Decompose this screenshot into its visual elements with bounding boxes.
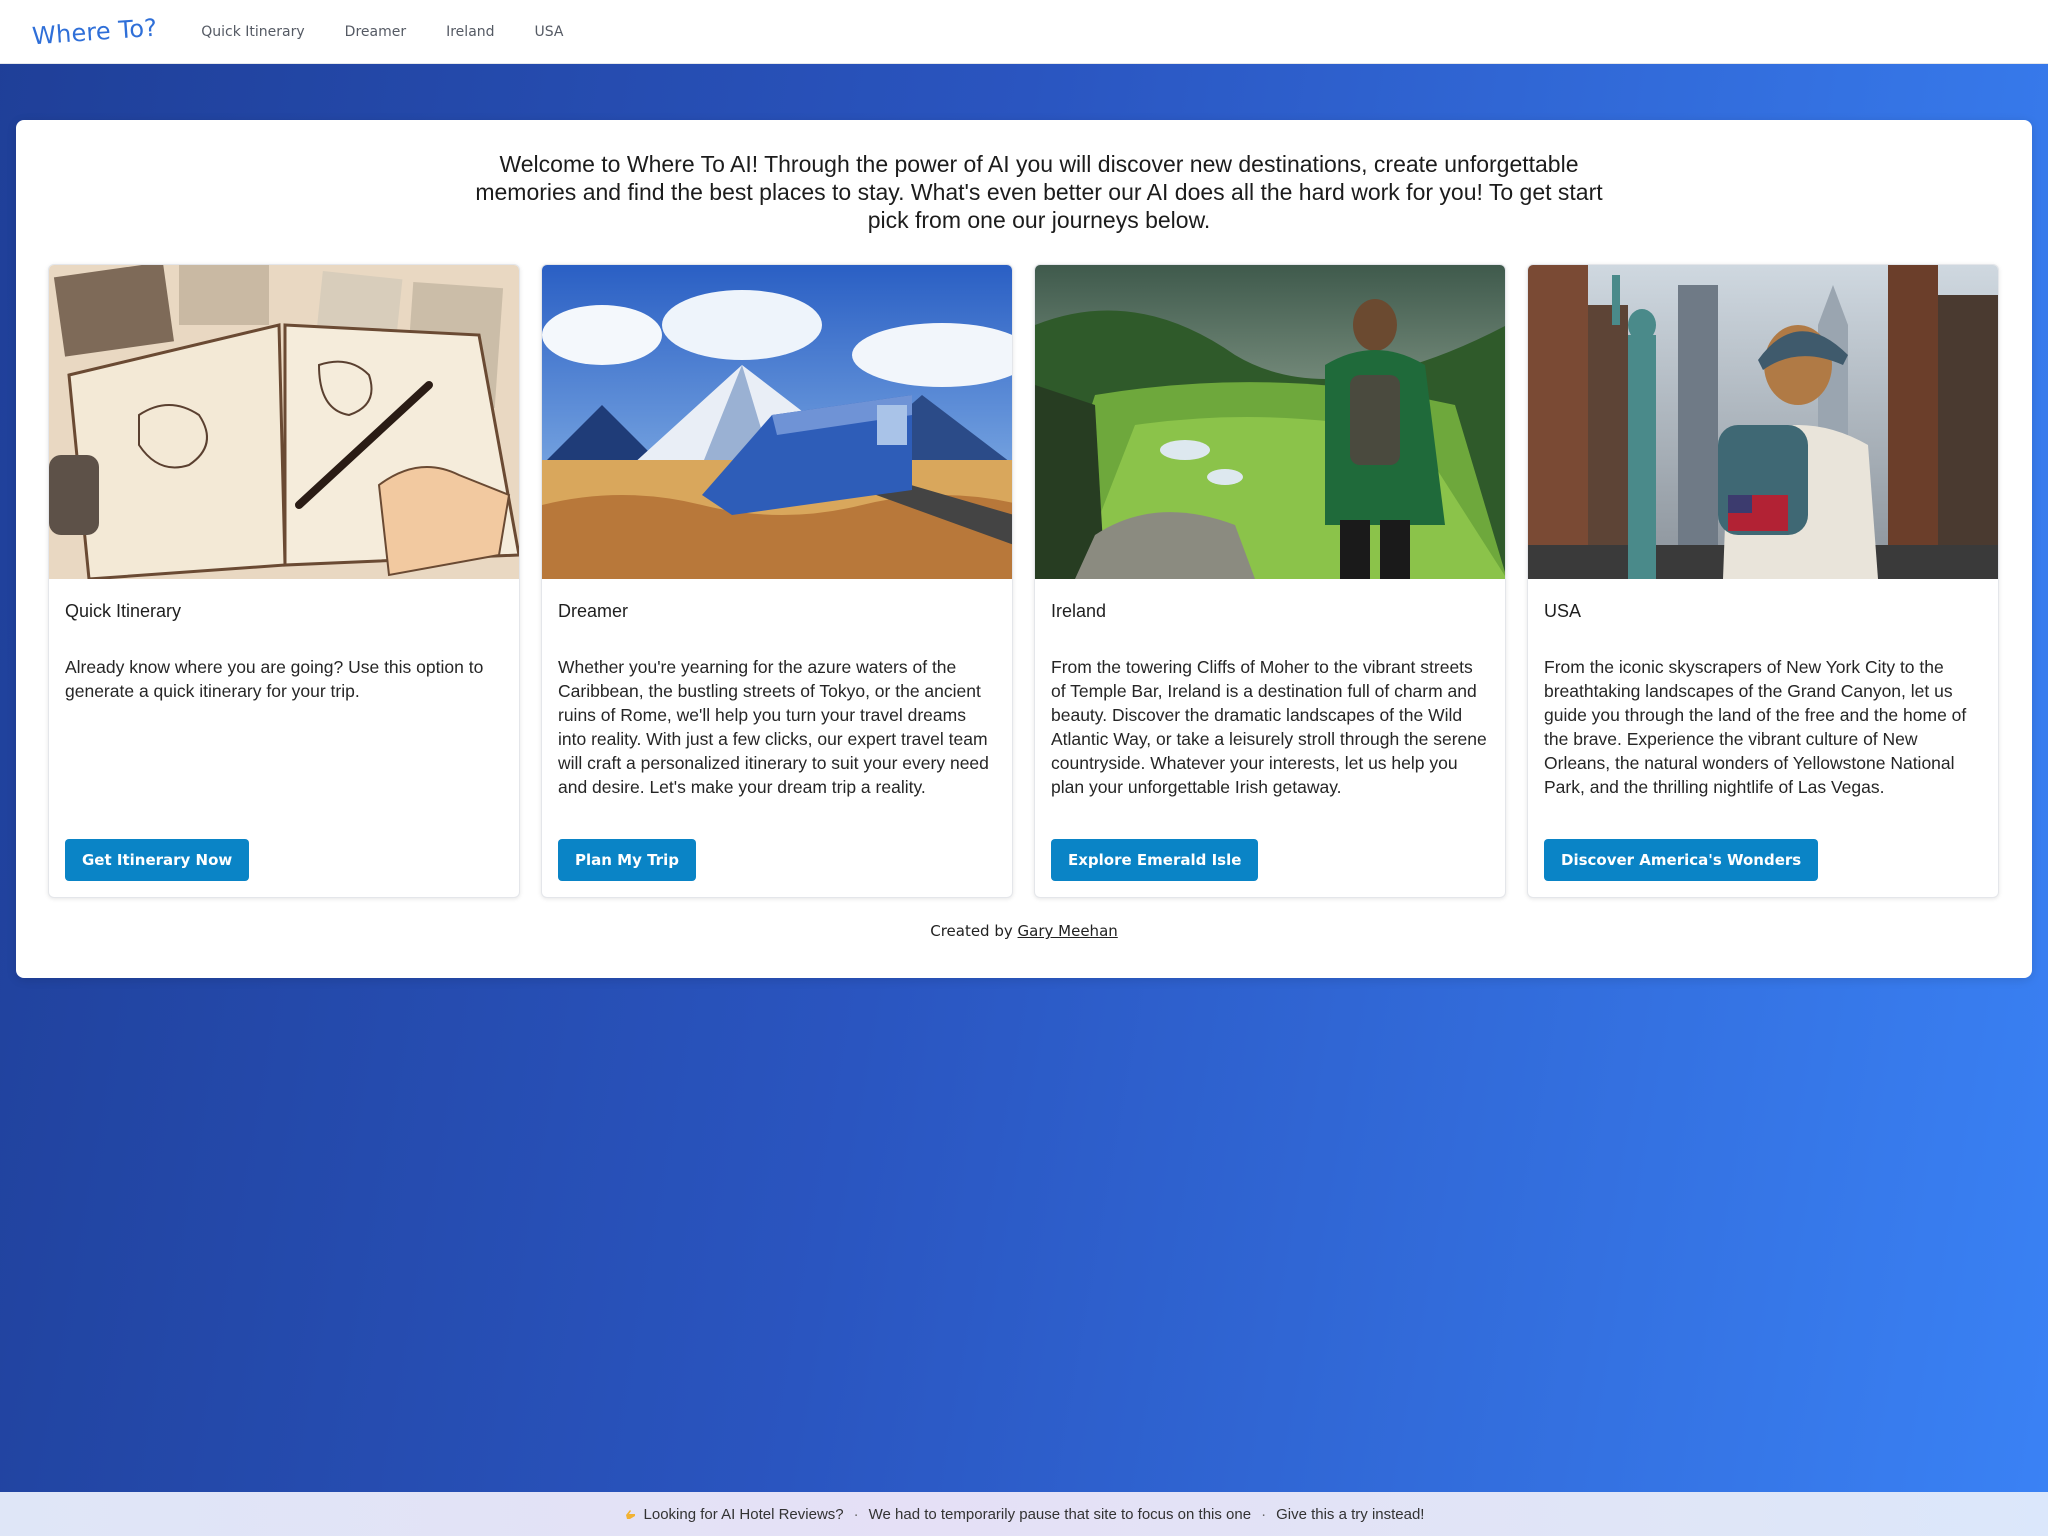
top-navbar: Where To? Quick Itinerary Dreamer Irelan… [0, 0, 2048, 64]
card-description: Already know where you are going? Use th… [65, 657, 484, 701]
pointing-hand-icon [624, 1507, 638, 1521]
card-title: Dreamer [558, 601, 629, 621]
discover-americas-wonders-button[interactable]: Discover America's Wonders [1544, 839, 1819, 881]
main-panel: Welcome to Where To AI! Through the powe… [16, 120, 2032, 978]
credit-prefix: Created by [930, 922, 1013, 940]
plan-my-trip-button[interactable]: Plan My Trip [558, 839, 696, 881]
nav-link-quick-itinerary[interactable]: Quick Itinerary [201, 24, 304, 40]
brand-logo-link[interactable]: Where To? [31, 13, 158, 50]
card-usa: USA From the iconic skyscrapers of New Y… [1527, 264, 1999, 898]
card-title: USA [1544, 601, 1582, 621]
banner-text-paused: We had to temporarily pause that site to… [868, 1505, 1252, 1523]
nav-link-dreamer[interactable]: Dreamer [345, 24, 406, 40]
banner-text-hotel-reviews: Looking for AI Hotel Reviews? [643, 1505, 844, 1523]
card-description: From the iconic skyscrapers of New York … [1544, 657, 1967, 797]
credit-line: Created by Gary Meehan [16, 922, 2032, 940]
nav-link-ireland[interactable]: Ireland [446, 24, 494, 40]
banner-separator: · [853, 1505, 859, 1523]
new-york-traveler-image [1528, 265, 1998, 579]
card-title: Quick Itinerary [65, 601, 182, 621]
bottom-banner: Looking for AI Hotel Reviews? · We had t… [0, 1492, 2048, 1536]
explore-emerald-isle-button[interactable]: Explore Emerald Isle [1051, 839, 1259, 881]
banner-separator: · [1261, 1505, 1267, 1523]
card-quick-itinerary: Quick Itinerary Already know where you a… [48, 264, 520, 898]
card-description: Whether you're yearning for the azure wa… [558, 657, 989, 797]
intro-text: Welcome to Where To AI! Through the powe… [475, 151, 1603, 233]
banner-text-try-instead[interactable]: Give this a try instead! [1276, 1506, 1424, 1523]
card-ireland: Ireland From the towering Cliffs of Mohe… [1034, 264, 1506, 898]
card-title: Ireland [1051, 601, 1107, 621]
author-link[interactable]: Gary Meehan [1018, 922, 1118, 940]
card-description: From the towering Cliffs of Moher to the… [1051, 657, 1487, 797]
card-dreamer: Dreamer Whether you're yearning for the … [541, 264, 1013, 898]
train-mountain-image [542, 265, 1012, 579]
get-itinerary-now-button[interactable]: Get Itinerary Now [65, 839, 250, 881]
ireland-hiker-image [1035, 265, 1505, 579]
nav-link-usa[interactable]: USA [535, 24, 564, 40]
journal-map-image [49, 265, 519, 579]
